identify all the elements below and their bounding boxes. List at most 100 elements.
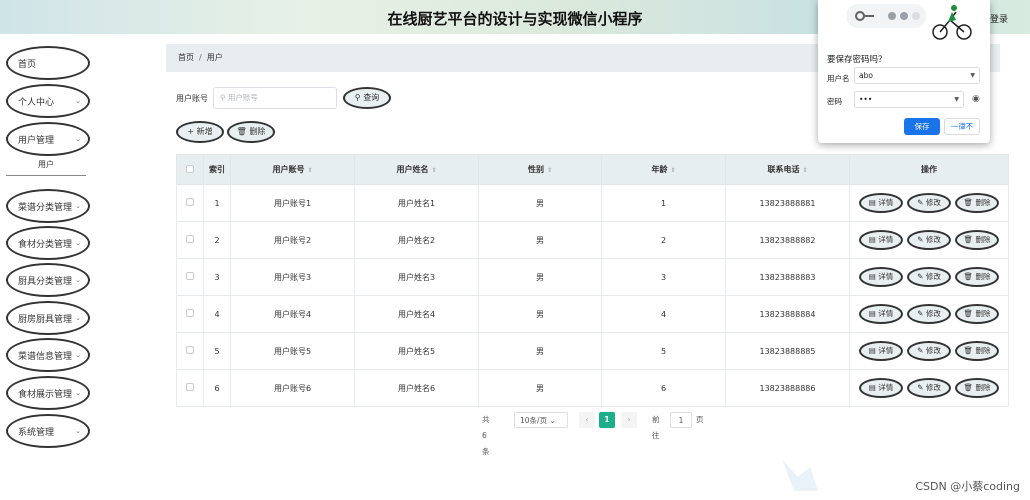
- page-size-select[interactable]: 10条/页 ⌄: [514, 412, 568, 428]
- dropdown-icon[interactable]: ▼: [970, 68, 975, 83]
- delete-button-label: 删除: [975, 235, 991, 244]
- detail-button[interactable]: ▤ 详情: [859, 341, 903, 361]
- trash-icon: 🗑: [963, 235, 976, 244]
- delete-button-label: 删除: [975, 309, 991, 318]
- row-checkbox-cell[interactable]: [176, 221, 204, 259]
- search-input[interactable]: ⚲ 用户账号: [213, 87, 337, 109]
- column-header-account[interactable]: 用户账号 ⇕: [230, 154, 355, 185]
- detail-button-label: 详情: [878, 235, 894, 244]
- checkbox[interactable]: [186, 309, 194, 317]
- checkbox[interactable]: [186, 272, 194, 280]
- row-checkbox-cell[interactable]: [176, 184, 204, 222]
- delete-button[interactable]: 🗑 删除: [955, 230, 999, 250]
- sidebar-item-system[interactable]: 系统管理 ⌄: [6, 414, 90, 448]
- prev-page-button[interactable]: ‹: [579, 412, 595, 428]
- sidebar-item-personal-center[interactable]: 个人中心 ⌄: [6, 84, 90, 118]
- delete-button-label: 删除: [975, 198, 991, 207]
- sidebar-item-label: 菜谱分类管理: [18, 202, 73, 213]
- detail-button[interactable]: ▤ 详情: [859, 230, 903, 250]
- document-icon: ▤: [868, 383, 879, 392]
- password-field[interactable]: ••• ▼: [854, 91, 964, 108]
- delete-button[interactable]: 🗑 删除: [955, 267, 999, 287]
- sort-icon[interactable]: ⇕: [431, 167, 436, 174]
- chevron-down-icon: ⌄: [75, 239, 81, 247]
- edit-button[interactable]: ✎ 修改: [907, 304, 951, 324]
- sidebar-item-ingredient-display[interactable]: 食材展示管理 ⌄: [6, 376, 90, 410]
- cell-age: 5: [601, 332, 726, 370]
- sort-icon[interactable]: ⇕: [802, 167, 807, 174]
- checkbox[interactable]: [186, 164, 194, 173]
- cell-gender: 男: [478, 332, 602, 370]
- row-checkbox-cell[interactable]: [176, 369, 204, 407]
- delete-button[interactable]: 🗑 删除: [955, 304, 999, 324]
- sidebar-item-kitchen-cookware[interactable]: 厨房厨具管理 ⌄: [6, 301, 90, 335]
- row-checkbox-cell[interactable]: [176, 332, 204, 370]
- sort-icon[interactable]: ⇕: [307, 167, 312, 174]
- edit-button[interactable]: ✎ 修改: [907, 193, 951, 213]
- cell-gender: 男: [478, 221, 602, 259]
- login-link[interactable]: 登录: [990, 12, 1008, 25]
- page-number-current[interactable]: 1: [599, 412, 615, 428]
- username-field[interactable]: abo ▼: [854, 67, 980, 84]
- cell-gender: 男: [478, 184, 602, 222]
- goto-label: 前往: [652, 415, 660, 440]
- column-header-actions: 操作: [849, 154, 1009, 185]
- row-checkbox-cell[interactable]: [176, 295, 204, 333]
- checkbox[interactable]: [186, 198, 194, 206]
- delete-button[interactable]: 🗑 删除: [955, 341, 999, 361]
- column-header-label: 性别: [527, 165, 544, 174]
- checkbox[interactable]: [186, 235, 194, 243]
- cell-account: 用户账号2: [230, 221, 355, 259]
- sidebar-item-recipe-info[interactable]: 菜谱信息管理 ⌄: [6, 338, 90, 372]
- next-page-button[interactable]: ›: [621, 412, 637, 428]
- column-header-age[interactable]: 年龄 ⇕: [601, 154, 726, 185]
- select-all-checkbox[interactable]: [176, 154, 204, 185]
- search-button[interactable]: ⚲ 查询: [343, 87, 391, 109]
- edit-button[interactable]: ✎ 修改: [907, 230, 951, 250]
- checkbox[interactable]: [186, 383, 194, 391]
- sidebar-subitem-user[interactable]: 用户: [6, 154, 86, 176]
- never-save-button[interactable]: 一律不: [944, 118, 980, 135]
- sidebar-item-cookware-category[interactable]: 厨具分类管理 ⌄: [6, 263, 90, 297]
- sidebar-item-recipe-category[interactable]: 菜谱分类管理 ⌄: [6, 189, 90, 223]
- sort-icon[interactable]: ⇕: [547, 167, 552, 174]
- sidebar-item-label: 系统管理: [18, 427, 55, 438]
- delete-button[interactable]: 🗑 删除: [955, 193, 999, 213]
- edit-button[interactable]: ✎ 修改: [907, 267, 951, 287]
- pagination-total: 共 6 条: [482, 415, 490, 456]
- detail-button[interactable]: ▤ 详情: [859, 193, 903, 213]
- column-header-name[interactable]: 用户姓名 ⇕: [354, 154, 479, 185]
- document-icon: ▤: [868, 346, 879, 355]
- pencil-icon: ✎: [917, 198, 926, 207]
- column-header-phone[interactable]: 联系电话 ⇕: [725, 154, 850, 185]
- cell-phone: 13823888882: [725, 221, 850, 259]
- column-header-gender[interactable]: 性别 ⇕: [478, 154, 602, 185]
- column-header-index: 索引: [203, 154, 231, 185]
- dropdown-icon[interactable]: ▼: [954, 92, 959, 107]
- detail-button[interactable]: ▤ 详情: [859, 378, 903, 398]
- detail-button[interactable]: ▤ 详情: [859, 267, 903, 287]
- show-password-eye-icon[interactable]: ◉: [972, 94, 980, 104]
- row-checkbox-cell[interactable]: [176, 258, 204, 296]
- watermark: CSDN @小蔡coding: [915, 480, 1020, 493]
- save-password-button[interactable]: 保存: [904, 118, 940, 135]
- document-icon: ▤: [868, 272, 879, 281]
- detail-button[interactable]: ▤ 详情: [859, 304, 903, 324]
- sidebar-item-home[interactable]: 首页: [6, 46, 90, 80]
- checkbox[interactable]: [186, 346, 194, 354]
- document-icon: ▤: [868, 235, 879, 244]
- sidebar-item-ingredient-category[interactable]: 食材分类管理 ⌄: [6, 226, 90, 260]
- goto-page-input[interactable]: 1: [670, 412, 692, 428]
- edit-button[interactable]: ✎ 修改: [907, 341, 951, 361]
- save-password-question: 要保存密码吗？: [827, 55, 887, 65]
- breadcrumb-home[interactable]: 首页: [178, 53, 194, 62]
- edit-button[interactable]: ✎ 修改: [907, 378, 951, 398]
- sort-icon[interactable]: ⇕: [670, 167, 675, 174]
- cell-index: 6: [203, 369, 231, 407]
- chevron-down-icon: ⌄: [75, 427, 81, 435]
- batch-delete-button[interactable]: 🗑 删除: [227, 121, 275, 143]
- add-button[interactable]: + 新增: [176, 121, 224, 143]
- delete-button[interactable]: 🗑 删除: [955, 378, 999, 398]
- sidebar-item-user-management[interactable]: 用户管理 ⌄: [6, 122, 90, 156]
- detail-button-label: 详情: [878, 346, 894, 355]
